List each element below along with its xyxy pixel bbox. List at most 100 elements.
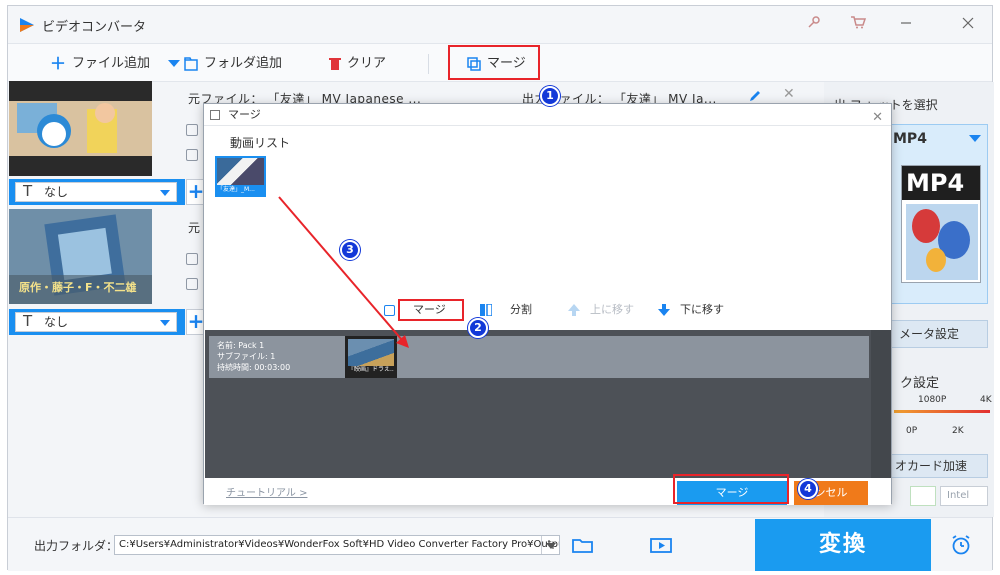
dialog-title: マージ [228,108,261,121]
close-icon[interactable]: ✕ [872,107,883,129]
arrow-down-icon [658,304,670,316]
clear-button[interactable]: クリア [329,53,386,75]
clear-label: クリア [347,56,387,71]
step-badge-2: 2 [468,318,488,338]
balloon-image [906,204,978,280]
output-folder-path-text: C:¥Users¥Administrator¥Videos¥WonderFox … [119,539,560,550]
format-preview-label: MP4 [902,166,980,200]
step-badge-3: 3 [340,240,360,260]
pack-thumbnail-image [348,339,394,366]
window-title: ビデオコンバータ [42,20,147,35]
video-folder-icon[interactable] [650,536,672,554]
merge-icon [210,110,220,120]
remove-item-icon[interactable]: ✕ [783,86,795,102]
title-bar: ビデオコンバータ [8,6,992,44]
merge-icon [384,304,395,316]
quality-settings-label: ク設定 [900,376,940,391]
alarm-clock-icon[interactable] [950,534,972,556]
gpu-acceleration-button[interactable]: オカード加速 [884,454,988,478]
pack-duration: 持続時間: 00:03:00 [217,363,291,372]
add-file-label: ファイル追加 [72,56,151,71]
folder-plus-icon [184,57,198,71]
pack-info: 名前: Pack 1 サブファイル: 1 持続時間: 00:03:00 [217,340,290,373]
format-name: MP4 [893,131,927,147]
parameter-settings-button[interactable]: メータ設定 [884,320,988,348]
close-icon[interactable] [958,15,978,35]
dropdown-icon[interactable] [168,60,181,68]
split-button[interactable]: 分割 [480,301,532,319]
highlight-merge-confirm [673,474,789,504]
subtitle-value: なし [44,185,69,199]
merge-dialog: マージ ✕ 動画リスト 「友達」_M... マージ 分割 上に移す 下に移す 名… [203,103,892,505]
add-folder-button[interactable]: フォルダ追加 [184,53,282,75]
bottom-bar: 出力フォルダ： C:¥Users¥Administrator¥Videos¥Wo… [8,517,992,571]
subtitle-select[interactable]: T なし [15,182,177,202]
pack-scrollbar[interactable] [871,330,891,478]
intel-label: Intel [947,490,970,501]
pack-thumbnail-caption: 『映画』ドラえ... [348,366,394,373]
plus-icon: ＋ [50,54,67,73]
info-icon[interactable] [186,253,198,265]
pack-sub-files: サブファイル: 1 [217,352,276,361]
quality-tick-720p: 0P [906,426,918,436]
intel-toggle[interactable]: Intel [940,486,988,506]
move-down-label: 下に移す [680,303,724,316]
video-thumbnail[interactable] [9,81,152,176]
output-folder-label: 出力フォルダ： [34,539,119,553]
move-up-label: 上に移す [590,303,634,316]
pack-thumbnail[interactable]: 『映画』ドラえ... [345,336,397,378]
thumb-caption: 原作・藤子・F・不二雄 [19,281,137,294]
trash-icon [329,58,341,70]
folder-icon[interactable] [186,149,198,161]
chevron-down-icon [160,320,170,326]
step-badge-4: 4 [798,479,818,499]
info-icon[interactable] [186,124,198,136]
video-list-label: 動画リスト [230,136,291,150]
add-file-button[interactable]: ＋ ファイル追加 [50,53,181,75]
move-down-button[interactable]: 下に移す [658,301,724,319]
subtitle-value: なし [44,315,69,329]
minimize-icon[interactable] [896,15,916,35]
split-icon [480,304,492,316]
subtitle-row: T なし [9,179,185,205]
text-icon: T [23,182,33,200]
source-label-2: 元 [188,221,201,235]
tutorial-link[interactable]: チュートリアル > [226,484,307,499]
chevron-down-icon [160,190,170,196]
video-list-caption: 「友達」_M... [217,186,255,193]
dialog-title-bar: マージ ✕ [204,104,891,126]
highlight-dialog-merge [398,299,464,321]
split-label: 分割 [510,303,532,316]
highlight-merge-toolbar [448,45,540,80]
video-thumbnail[interactable]: 原作・藤子・F・不二雄 [9,209,152,304]
edit-pencil-icon[interactable] [748,89,762,103]
add-folder-label: フォルダ追加 [204,56,283,71]
quality-tick-1080p: 1080P [918,395,947,405]
video-list-item[interactable]: 「友達」_M... [215,156,266,197]
chevron-down-icon[interactable] [541,536,559,554]
chevron-down-icon[interactable] [969,135,981,143]
app-logo-icon [20,18,34,32]
output-folder-path[interactable]: C:¥Users¥Administrator¥Videos¥WonderFox … [114,535,560,555]
move-up-button[interactable]: 上に移す [568,301,634,319]
pack-name: 名前: Pack 1 [217,341,265,350]
quality-slider[interactable] [894,410,990,413]
format-preview: MP4 [901,165,981,283]
step-badge-1: 1 [540,86,560,106]
arrow-up-icon [568,304,580,316]
video-list-thumbnail [217,158,264,185]
toolbar-divider [428,54,429,74]
merge-pack-area: 名前: Pack 1 サブファイル: 1 持続時間: 00:03:00 『映画』… [205,330,891,478]
key-icon[interactable] [804,15,824,35]
nvidia-toggle[interactable] [910,486,936,506]
folder-icon[interactable] [186,278,198,290]
text-icon: T [23,312,33,330]
subtitle-row: T なし [9,309,185,335]
open-folder-icon[interactable] [572,536,594,554]
quality-tick-4k: 4K [980,395,992,405]
pack-row[interactable]: 名前: Pack 1 サブファイル: 1 持続時間: 00:03:00 『映画』… [209,336,869,378]
convert-button[interactable]: 変換 [755,519,931,571]
quality-tick-2k: 2K [952,426,964,436]
subtitle-select[interactable]: T なし [15,312,177,332]
cart-icon[interactable] [848,15,868,35]
